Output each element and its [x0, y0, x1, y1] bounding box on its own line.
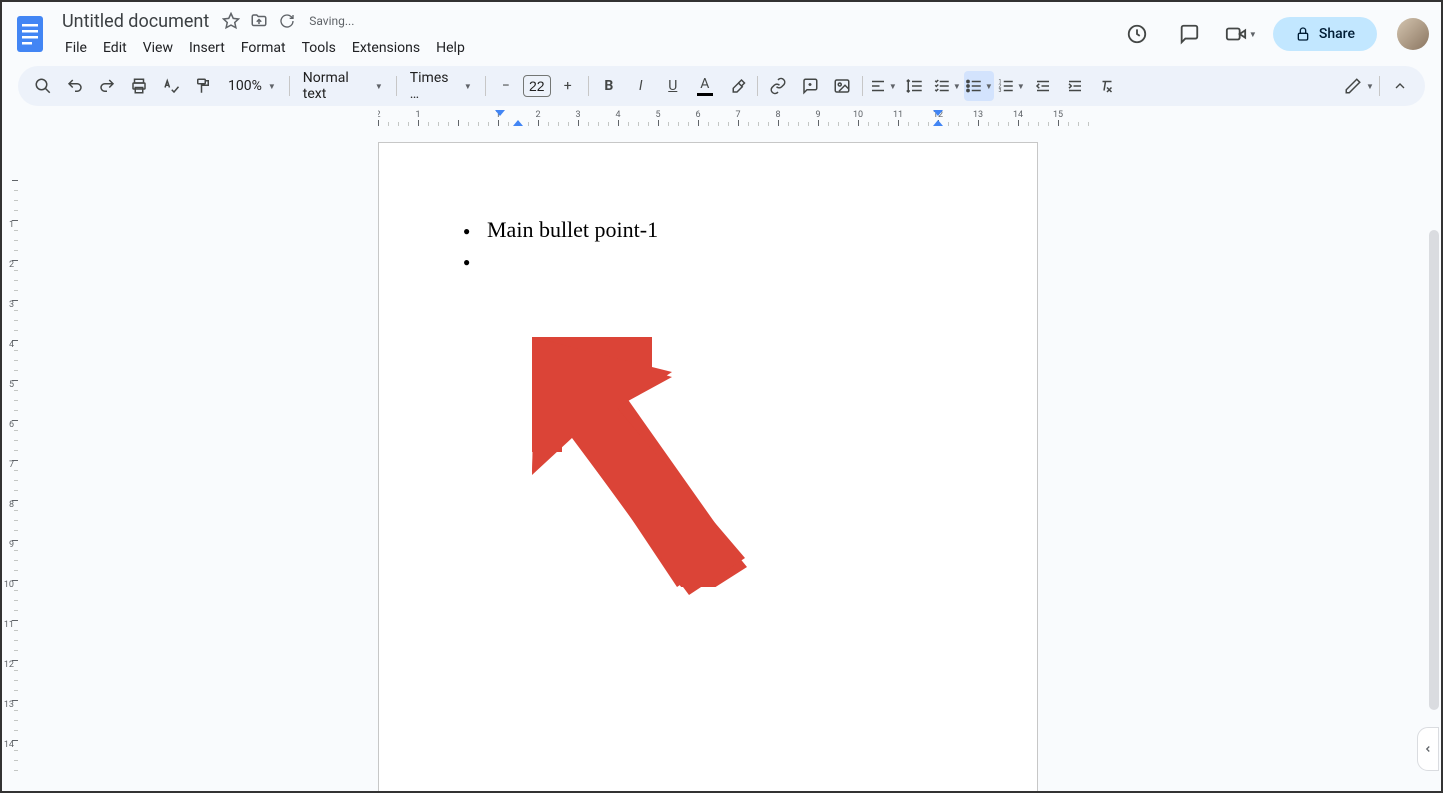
toolbar-separator [862, 76, 863, 96]
paragraph-style-select[interactable]: Normal text▼ [295, 71, 391, 101]
saving-status: Saving... [309, 14, 354, 28]
font-select[interactable]: Times …▼ [402, 71, 480, 101]
add-comment-icon[interactable] [795, 71, 825, 101]
numbered-list-icon[interactable]: 123▼ [996, 71, 1026, 101]
menu-file[interactable]: File [58, 36, 94, 60]
titlebar: Untitled document Saving... File Edit Vi… [2, 2, 1441, 62]
menubar: File Edit View Insert Format Tools Exten… [58, 36, 1117, 60]
font-size-controls: − + [491, 71, 583, 101]
menu-extensions[interactable]: Extensions [345, 36, 427, 60]
menu-format[interactable]: Format [234, 36, 293, 60]
move-icon[interactable] [249, 11, 269, 31]
share-label: Share [1319, 26, 1355, 42]
document-title[interactable]: Untitled document [58, 9, 213, 34]
redo-icon[interactable] [92, 71, 122, 101]
bullet-item[interactable]: Main bullet point-1 [487, 215, 965, 246]
toolbar-separator [289, 76, 290, 96]
highlight-icon[interactable] [722, 71, 752, 101]
vertical-scrollbar[interactable] [1429, 230, 1439, 710]
toolbar-separator [588, 76, 589, 96]
zoom-select[interactable]: 100%▼ [220, 71, 284, 101]
bulleted-list-icon[interactable]: ▼ [964, 71, 994, 101]
editing-mode-icon[interactable]: ▼ [1344, 71, 1374, 101]
horizontal-ruler[interactable]: 21123456789101112131415 [2, 110, 1441, 126]
history-icon[interactable] [1117, 14, 1157, 54]
workspace: 1234567891011121314 Main bullet point-1 [2, 130, 1441, 791]
page-container[interactable]: Main bullet point-1 [18, 130, 1441, 791]
toolbar-separator [485, 76, 486, 96]
title-and-menu-area: Untitled document Saving... File Edit Vi… [58, 9, 1117, 60]
search-icon[interactable] [28, 71, 58, 101]
bold-icon[interactable]: B [594, 71, 624, 101]
avatar[interactable] [1397, 18, 1429, 50]
menu-help[interactable]: Help [429, 36, 472, 60]
document-page[interactable]: Main bullet point-1 [378, 142, 1038, 791]
undo-icon[interactable] [60, 71, 90, 101]
menu-edit[interactable]: Edit [96, 36, 134, 60]
font-size-increase[interactable]: + [553, 71, 583, 101]
spellcheck-icon[interactable] [156, 71, 186, 101]
indent-increase-icon[interactable] [1060, 71, 1090, 101]
side-panel-toggle-icon[interactable] [1417, 727, 1439, 771]
menu-tools[interactable]: Tools [295, 36, 343, 60]
bullet-list: Main bullet point-1 [451, 215, 965, 246]
checklist-icon[interactable]: ▼ [932, 71, 962, 101]
line-spacing-icon[interactable] [900, 71, 930, 101]
menu-view[interactable]: View [136, 36, 180, 60]
svg-text:3: 3 [998, 88, 1001, 94]
toolbar-separator [396, 76, 397, 96]
insert-image-icon[interactable] [827, 71, 857, 101]
cloud-status-icon[interactable] [277, 11, 297, 31]
lock-icon [1295, 26, 1311, 42]
toolbar: 100%▼ Normal text▼ Times …▼ − + B I U A … [18, 66, 1425, 106]
share-button[interactable]: Share [1273, 17, 1377, 51]
menu-insert[interactable]: Insert [182, 36, 232, 60]
indent-decrease-icon[interactable] [1028, 71, 1058, 101]
align-icon[interactable]: ▼ [868, 71, 898, 101]
meet-icon[interactable]: ▼ [1221, 14, 1261, 54]
toolbar-separator [1379, 76, 1380, 96]
docs-logo-icon[interactable] [10, 9, 50, 59]
font-size-input[interactable] [523, 75, 551, 97]
link-icon[interactable] [763, 71, 793, 101]
vertical-ruler[interactable]: 1234567891011121314 [2, 130, 18, 791]
title-row: Untitled document Saving... [58, 9, 1117, 34]
underline-icon[interactable]: U [658, 71, 688, 101]
comments-icon[interactable] [1169, 14, 1209, 54]
titlebar-right: ▼ Share [1117, 14, 1429, 54]
star-icon[interactable] [221, 11, 241, 31]
text-color-icon[interactable]: A [690, 71, 720, 101]
font-size-decrease[interactable]: − [491, 71, 521, 101]
toolbar-separator [757, 76, 758, 96]
paint-format-icon[interactable] [188, 71, 218, 101]
italic-icon[interactable]: I [626, 71, 656, 101]
collapse-toolbar-icon[interactable] [1385, 71, 1415, 101]
print-icon[interactable] [124, 71, 154, 101]
clear-formatting-icon[interactable] [1092, 71, 1122, 101]
